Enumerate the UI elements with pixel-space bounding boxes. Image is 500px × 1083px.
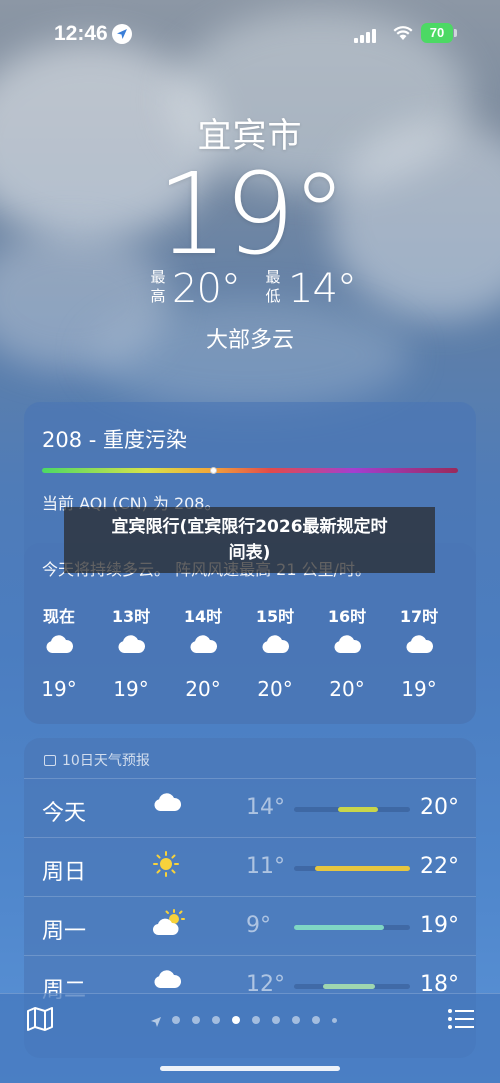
hourly-time: 16时 [327,607,367,626]
day-high: 19° [420,913,459,938]
cloud-icon [168,633,238,677]
aqi-title: 208 - 重度污染 [42,428,188,452]
calendar-icon [44,755,56,766]
cloud-icon [456,633,476,677]
page-dot[interactable] [252,1016,260,1024]
page-dot[interactable] [172,1016,180,1024]
battery-icon: 70 [421,23,453,43]
page-dot[interactable] [292,1016,300,1024]
weather-condition: 大部多云 [205,328,294,353]
partly-cloudy-icon [152,909,186,941]
bottom-toolbar [0,993,500,1083]
day-low: 14° [246,795,285,820]
battery-tip [454,29,457,37]
aqi-scale-bar [42,468,458,473]
home-indicator[interactable] [160,1066,340,1071]
low-label-bottom: 低 [265,287,281,305]
day-row[interactable]: 周一 9° 19° [24,896,476,954]
page-dot[interactable] [272,1016,280,1024]
hourly-item: 16时 20° [312,603,382,701]
cloud-icon [152,791,182,817]
day-row[interactable]: 今天 14° 20° [24,778,476,836]
day-name: 周一 [42,919,87,944]
high-label-bottom: 高 [150,287,166,305]
sun-icon [152,850,180,882]
temperature-range-bar [294,866,410,871]
status-bar: 12:46 70 [0,0,500,66]
cellular-signal-icon [354,27,382,43]
cloud-icon [24,633,94,677]
temperature-range-fill [338,807,378,812]
wifi-icon [392,25,414,46]
page-dot[interactable] [232,1016,240,1024]
temperature-range-bar [294,807,410,812]
list-icon[interactable] [448,1009,474,1033]
high-low: 最 高 20° 最 低 14° [0,266,500,316]
page-dot[interactable] [192,1016,200,1024]
hourly-temperature: 20° [329,677,365,701]
location-arrow-icon [112,24,132,44]
temperature-range-fill [314,866,410,871]
page-dot[interactable] [312,1016,320,1024]
day-low: 11° [246,854,285,879]
day-high: 20° [420,795,459,820]
hourly-temperature: 1 [456,677,476,701]
hourly-item: 11 [456,603,476,701]
ten-day-title: 10日天气预报 [44,750,150,770]
hourly-list[interactable]: 现在19°13时19°14时20°15时20°16时20°17时19°11 [24,603,476,713]
map-icon[interactable] [26,1006,54,1036]
day-high: 22° [420,854,459,879]
day-name: 今天 [42,801,87,826]
hourly-temperature: 19° [401,677,437,701]
article-title-overlay: 宜宾限行(宜宾限行2026最新规定时 间表) [64,507,435,573]
cloud-icon [152,968,182,994]
current-temperature: 19° [156,150,348,280]
hourly-time: 现在 [42,607,75,626]
hourly-temperature: 20° [257,677,293,701]
day-name: 周日 [42,860,87,885]
cloud-icon [312,633,382,677]
cloud-icon [96,633,166,677]
hourly-temperature: 20° [185,677,221,701]
hourly-time: 13时 [111,607,151,626]
hourly-temperature: 19° [41,677,77,701]
high-label-top: 最 [150,268,166,286]
temperature-range-bar [294,984,410,989]
temperature-range-bar [294,925,410,930]
hourly-item: 13时 19° [96,603,166,701]
page-dot[interactable] [332,1018,337,1023]
cloud-icon [240,633,310,677]
temperature-range-fill [323,984,376,989]
aqi-indicator [209,467,217,474]
hourly-time: 1 [456,603,476,633]
hourly-time: 14时 [183,607,223,626]
day-low: 9° [246,913,271,938]
hourly-temperature: 19° [113,677,149,701]
hourly-time: 15时 [255,607,295,626]
temperature-range-fill [294,925,385,930]
high-temperature: 20° [172,266,241,312]
ten-day-title-text: 10日天气预报 [62,753,150,769]
hourly-item: 15时 20° [240,603,310,701]
cloud-icon [384,633,454,677]
low-label-top: 最 [265,268,281,286]
status-time: 12:46 [54,22,108,45]
hourly-item: 现在 19° [24,603,94,701]
day-row[interactable]: 周日 11° 22° [24,837,476,895]
hourly-item: 14时 20° [168,603,238,701]
hourly-time: 17时 [399,607,439,626]
location-page-icon [150,1013,162,1032]
overlay-line-1: 宜宾限行(宜宾限行2026最新规定时 [111,517,388,537]
hourly-item: 17时 19° [384,603,454,701]
page-dot[interactable] [212,1016,220,1024]
low-temperature: 14° [288,266,357,312]
overlay-line-2: 间表) [228,543,271,563]
